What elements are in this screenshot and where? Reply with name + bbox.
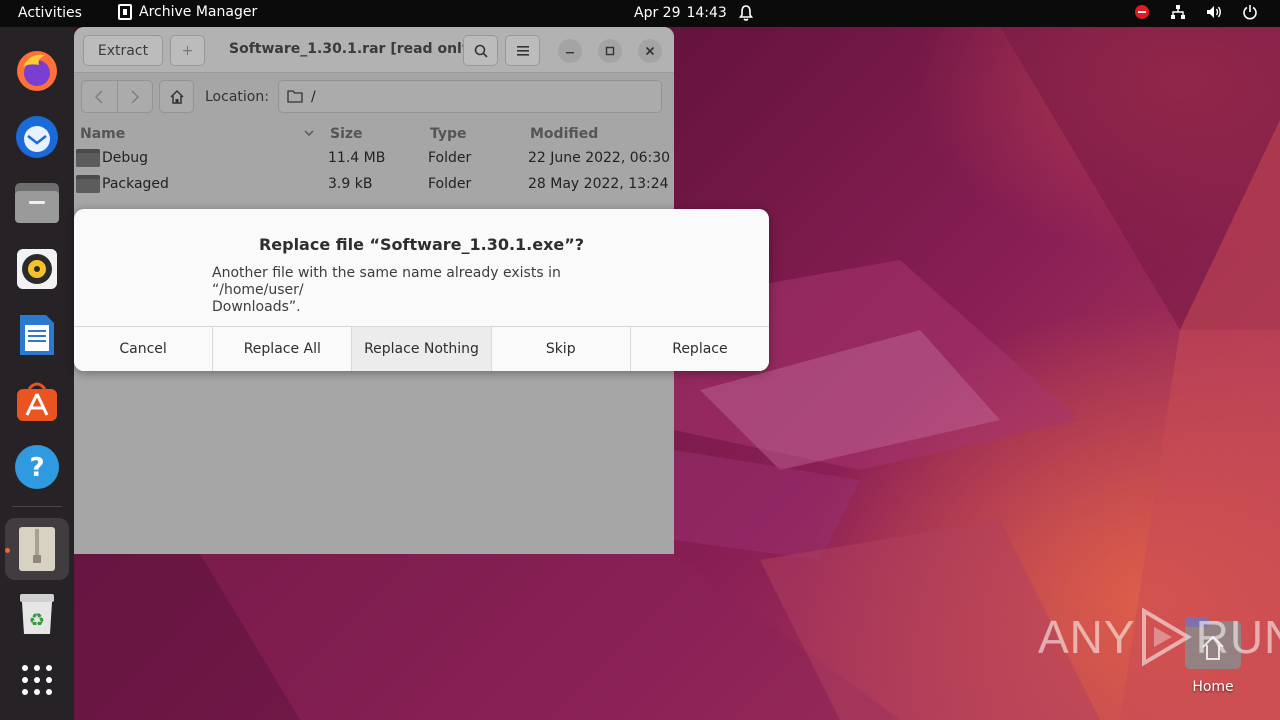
clock[interactable]: Apr 29 14:43 xyxy=(634,5,727,21)
power-icon[interactable] xyxy=(1242,4,1258,20)
dock-archive-manager[interactable] xyxy=(5,518,69,580)
app-menu-label: Archive Manager xyxy=(139,4,258,20)
volume-icon[interactable] xyxy=(1206,4,1222,20)
firefox-icon xyxy=(17,51,57,91)
watermark-text-right: RUN xyxy=(1195,611,1280,663)
menu-button[interactable] xyxy=(505,35,540,66)
dock-writer[interactable] xyxy=(13,311,61,359)
home-button[interactable] xyxy=(159,80,194,113)
watermark-text-left: ANY xyxy=(1038,611,1136,663)
thunderbird-icon xyxy=(16,116,58,158)
archive-manager-icon xyxy=(118,4,132,20)
dialog-message-line-1: Another file with the same name already … xyxy=(212,265,561,298)
column-type[interactable]: Type xyxy=(430,126,467,142)
svg-text:♻: ♻ xyxy=(29,610,45,631)
file-list: Name Size Type Modified Debug 11.4 MB Fo… xyxy=(74,123,674,197)
column-size[interactable]: Size xyxy=(330,126,363,142)
replace-nothing-button[interactable]: Replace Nothing xyxy=(351,327,491,371)
column-headers: Name Size Type Modified xyxy=(74,123,674,145)
close-icon xyxy=(645,46,655,56)
cancel-button[interactable]: Cancel xyxy=(74,327,213,371)
table-row[interactable]: Packaged 3.9 kB Folder 28 May 2022, 13:2… xyxy=(74,171,674,197)
archive-manager-icon xyxy=(19,527,55,571)
file-name: Debug xyxy=(102,150,149,166)
location-label: Location: xyxy=(205,89,269,105)
dock-trash[interactable]: ♻ xyxy=(13,590,61,638)
location-field[interactable]: / xyxy=(278,80,662,113)
network-icon[interactable] xyxy=(1170,4,1186,20)
dock-software[interactable] xyxy=(13,377,61,425)
forward-button[interactable] xyxy=(116,81,153,112)
system-tray[interactable] xyxy=(1134,4,1258,20)
skip-button[interactable]: Skip xyxy=(490,327,630,371)
dialog-title: Replace file “Software_1.30.1.exe”? xyxy=(258,235,585,254)
file-type: Folder xyxy=(428,150,472,166)
dialog-message-line-2: Downloads”. xyxy=(212,299,301,315)
folder-icon xyxy=(287,90,303,103)
replace-file-dialog: Replace file “Software_1.30.1.exe”? Anot… xyxy=(74,209,769,371)
search-icon xyxy=(474,44,488,58)
file-size: 11.4 MB xyxy=(328,150,386,166)
replace-all-button[interactable]: Replace All xyxy=(212,327,352,371)
extract-button[interactable]: Extract xyxy=(83,35,163,66)
replace-button[interactable]: Replace xyxy=(629,327,769,371)
dialog-buttons: Cancel Replace All Replace Nothing Skip … xyxy=(74,326,769,371)
chevron-left-icon xyxy=(95,90,103,103)
file-type: Folder xyxy=(428,176,472,192)
file-name: Packaged xyxy=(102,176,169,192)
minimize-icon xyxy=(566,52,574,54)
nav-buttons xyxy=(81,80,153,113)
home-icon xyxy=(169,89,184,104)
activities-button[interactable]: Activities xyxy=(18,5,82,21)
back-button[interactable] xyxy=(82,81,117,112)
dock: ? ♻ xyxy=(0,27,74,720)
files-icon xyxy=(15,183,59,223)
clock-time: 14:43 xyxy=(686,5,727,21)
minimize-button[interactable] xyxy=(558,39,582,63)
column-name[interactable]: Name xyxy=(80,126,125,142)
dock-thunderbird[interactable] xyxy=(13,113,61,161)
file-modified: 22 June 2022, 06:30 xyxy=(528,150,671,166)
home-folder-label[interactable]: Home xyxy=(1183,679,1243,695)
dock-separator xyxy=(12,506,62,507)
window-title: Software_1.30.1.rar [read only] xyxy=(229,41,478,57)
search-button[interactable] xyxy=(463,35,498,66)
rhythmbox-icon xyxy=(17,249,57,289)
dialog-message: Another file with the same name already … xyxy=(212,265,652,316)
svg-text:?: ? xyxy=(29,453,44,483)
dock-rhythmbox[interactable] xyxy=(13,245,61,293)
app-grid-icon xyxy=(22,665,52,695)
location-path: / xyxy=(311,88,316,105)
maximize-icon xyxy=(605,46,615,56)
app-menu[interactable]: Archive Manager xyxy=(118,4,257,20)
dock-files[interactable] xyxy=(13,179,61,227)
file-modified: 28 May 2022, 13:24 xyxy=(528,176,669,192)
ubuntu-software-icon xyxy=(17,382,57,421)
dock-show-apps[interactable] xyxy=(13,656,61,704)
top-bar: Activities Archive Manager Apr 29 14:43 xyxy=(0,0,1280,27)
add-files-button[interactable]: + xyxy=(170,35,205,66)
header-bar: Extract + Software_1.30.1.rar [read only… xyxy=(74,27,674,73)
folder-icon xyxy=(76,175,100,193)
maximize-button[interactable] xyxy=(598,39,622,63)
libreoffice-writer-icon xyxy=(20,315,54,355)
clock-date: Apr 29 xyxy=(634,5,681,21)
chevron-right-icon xyxy=(131,90,139,103)
table-row[interactable]: Debug 11.4 MB Folder 22 June 2022, 06:30 xyxy=(74,145,674,171)
notification-bell-icon[interactable] xyxy=(738,4,754,22)
anyrun-watermark: ANY RUN xyxy=(1038,607,1280,667)
folder-icon xyxy=(76,149,100,167)
file-size: 3.9 kB xyxy=(328,176,373,192)
help-icon: ? xyxy=(15,445,59,489)
hamburger-menu-icon xyxy=(516,45,529,56)
chevron-down-icon[interactable] xyxy=(304,130,314,137)
play-triangle-icon xyxy=(1141,607,1192,667)
dock-firefox[interactable] xyxy=(13,47,61,95)
column-modified[interactable]: Modified xyxy=(530,126,598,142)
dock-help[interactable]: ? xyxy=(13,443,61,491)
close-window-button[interactable] xyxy=(638,39,662,63)
do-not-disturb-icon[interactable] xyxy=(1134,4,1150,20)
location-bar: Location: / xyxy=(74,73,674,123)
trash-icon: ♻ xyxy=(20,594,54,634)
